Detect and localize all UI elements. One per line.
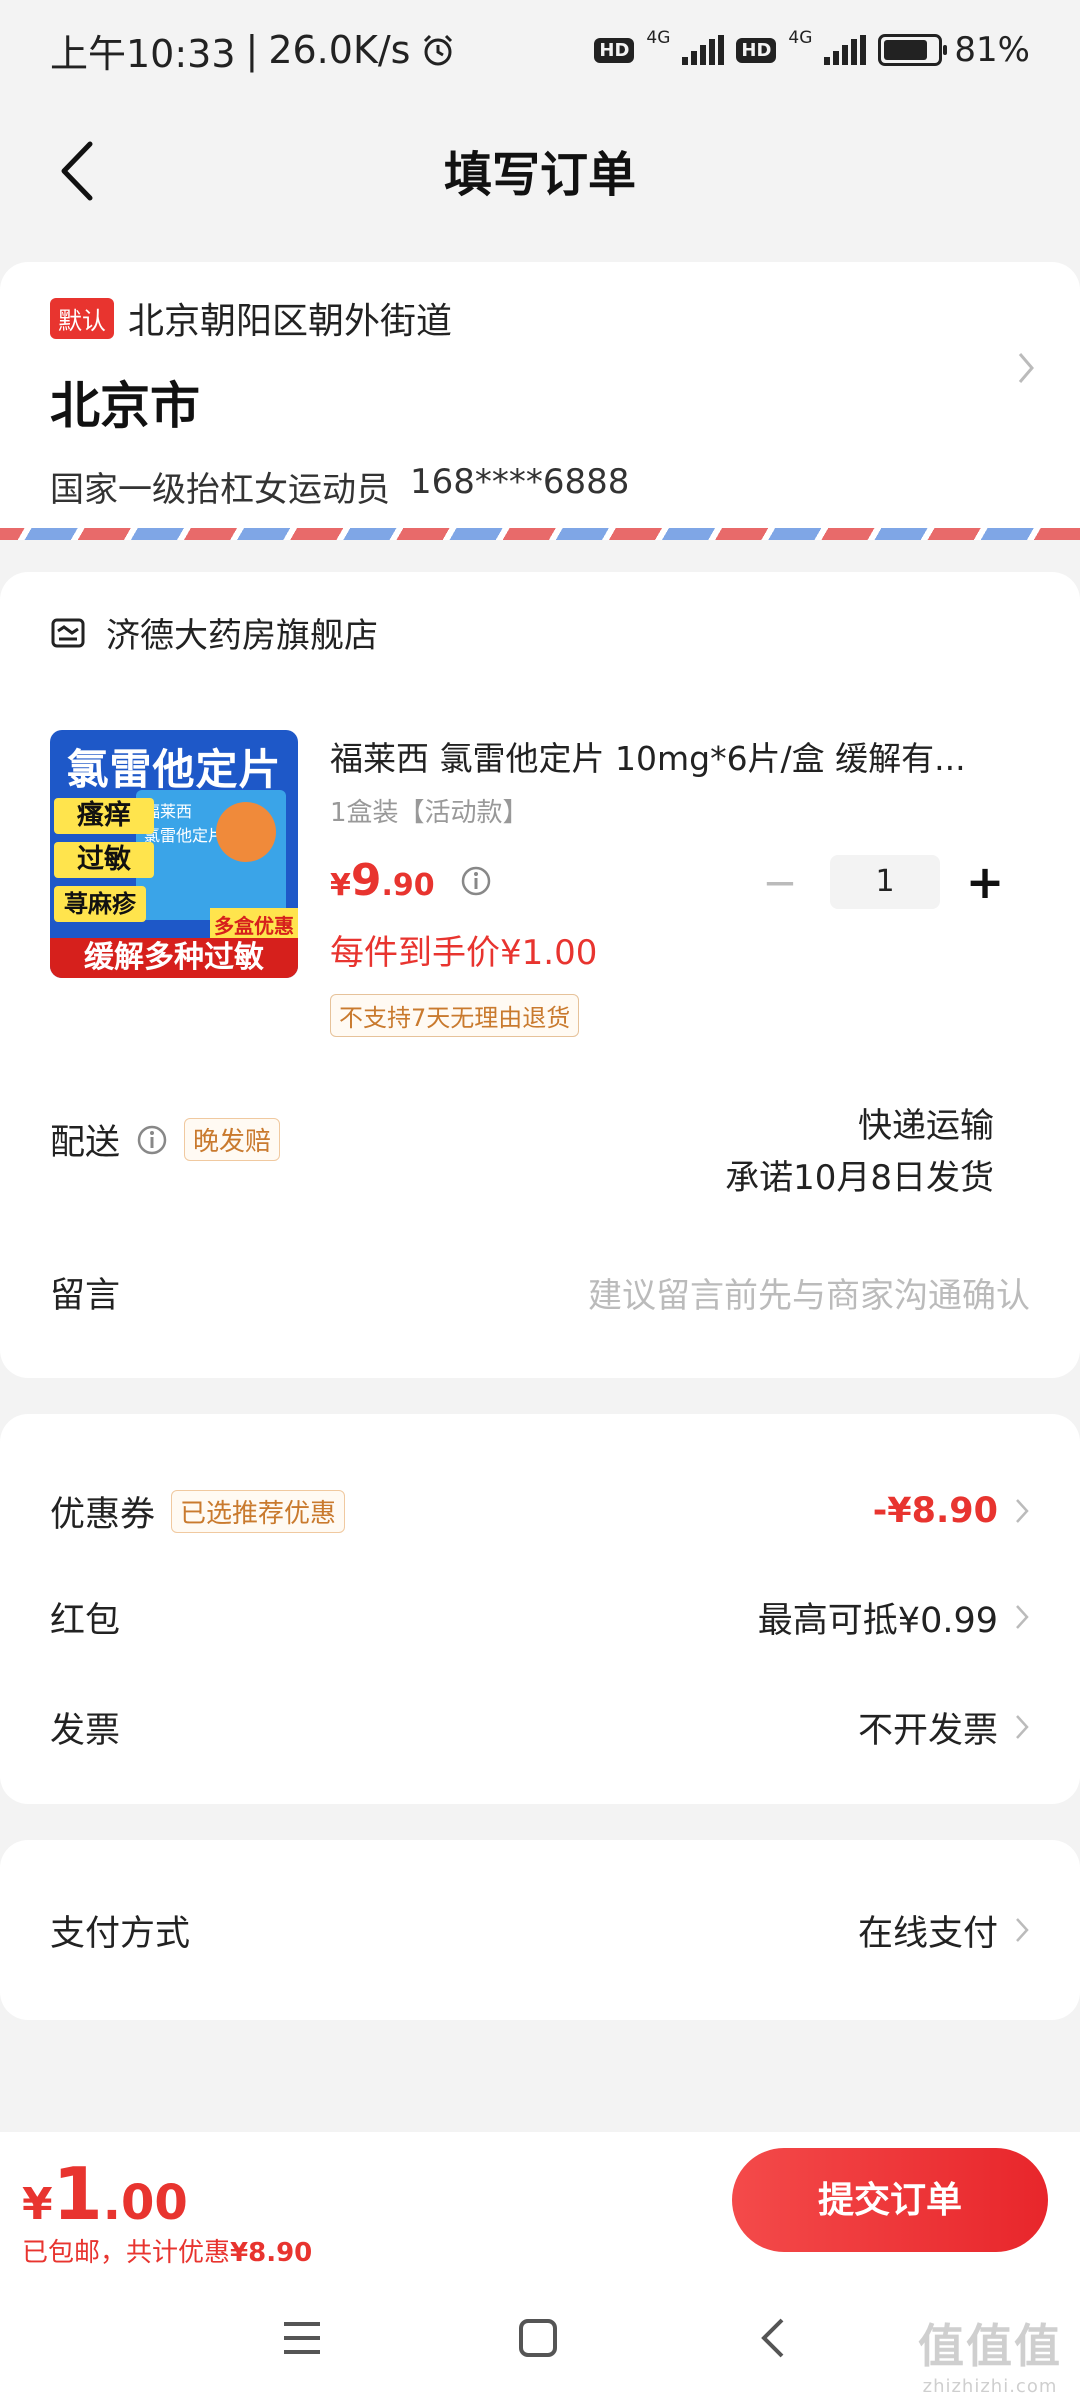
order-page: 上午10:33 | 26.0K/s HD 4G HD 4G 81% 填写订单 默… (0, 0, 1080, 2400)
alarm-icon (424, 34, 453, 66)
product-info: 福莱西 氯雷他定片 10mg*6片/盒 缓解有... 1盒装【活动款】 ¥9.9… (330, 732, 1030, 1037)
airmail-stripe (0, 528, 1080, 540)
image-chip-hives: 荨麻疹 (54, 886, 146, 922)
status-speed: 26.0K/s (268, 28, 411, 72)
back-nav-icon[interactable] (752, 2316, 796, 2360)
network-type-2: 4G (788, 28, 813, 48)
product-price: ¥9.90 (330, 855, 440, 906)
product-image[interactable]: 氯雷他定片 福莱西 氯雷他定片 瘙痒 过敏 荨麻疹 多盒优惠 缓解多种过敏 (50, 730, 298, 978)
return-policy-tag: 不支持7天无理由退货 (330, 994, 580, 1037)
total-decimal: .00 (102, 2175, 188, 2231)
recipient-name: 国家一级抬杠女运动员 (50, 470, 390, 510)
delivery-row[interactable]: 配送 晚发赔 快递运输 承诺10月8日发货 (50, 1100, 1030, 1230)
chevron-right-icon (1016, 1499, 1029, 1523)
chevron-right-icon (1016, 1715, 1029, 1739)
unit-final-price: 每件到手价¥1.00 (330, 933, 598, 973)
total-price: ¥1.00 (22, 2152, 188, 2236)
system-nav-bar: 值值值 zhizhizhi.com (0, 2280, 1080, 2400)
payment-label: 支付方式 (50, 1913, 191, 1954)
delivery-method: 快递运输 (858, 1106, 994, 1146)
status-divider: | (245, 28, 259, 72)
watermark-main: 值值值 (918, 2319, 1062, 2373)
chevron-right-icon (1016, 1605, 1029, 1629)
delivery-promise: 承诺10月8日发货 (725, 1158, 994, 1198)
total-symbol: ¥ (22, 2179, 53, 2230)
quantity-stepper: − 1 + (750, 855, 1010, 909)
submit-order-button[interactable]: 提交订单 (732, 2148, 1048, 2252)
product-box-graphic: 福莱西 氯雷他定片 (136, 790, 286, 920)
hd-icon-2: HD (736, 37, 777, 63)
payment-method-row[interactable]: 支付方式 在线支付 (50, 1885, 1030, 1975)
total-integer: 1 (52, 2152, 103, 2236)
signal-icon-2 (824, 35, 867, 65)
box-emblem (216, 802, 276, 862)
increase-button[interactable]: + (960, 855, 1010, 909)
hd-icon: HD (594, 37, 635, 63)
battery-percent: 81% (954, 30, 1030, 70)
coupon-row[interactable]: 优惠券 已选推荐优惠 -¥8.90 (50, 1466, 1030, 1556)
coupon-value: -¥8.90 (872, 1491, 998, 1531)
image-bottom-banner: 缓解多种过敏 (50, 938, 298, 978)
product-image-title: 氯雷他定片 (66, 745, 282, 794)
invoice-value: 不开发票 (857, 1710, 998, 1751)
page-title: 填写订单 (443, 147, 636, 203)
product-spec: 1盒装【活动款】 (330, 798, 529, 828)
delivery-label: 配送 (50, 1123, 121, 1163)
message-label: 留言 (50, 1275, 121, 1316)
checkout-bar: ¥1.00 已包邮，共计优惠¥8.90 提交订单 (0, 2132, 1080, 2280)
price-symbol: ¥ (330, 868, 351, 903)
store-icon (51, 618, 85, 647)
address-detail: 北京朝阳区朝外街道 (128, 301, 453, 342)
product-name[interactable]: 福莱西 氯雷他定片 10mg*6片/盒 缓解有... (330, 732, 1010, 780)
signal-icon-1 (682, 35, 725, 65)
redpacket-value: 最高可抵¥0.99 (757, 1600, 998, 1641)
delivery-info-icon[interactable] (136, 1124, 168, 1156)
address-card[interactable]: 默认 北京朝阳区朝外街道 北京市 国家一级抬杠女运动员 168****6888 (0, 262, 1080, 540)
saved-amount: ¥8.90 (230, 2238, 313, 2268)
price-integer: 9 (350, 855, 382, 906)
image-chip-allergy: 过敏 (54, 842, 154, 878)
message-input[interactable]: 建议留言前先与商家沟通确认 (588, 1268, 1030, 1317)
status-bar: 上午10:33 | 26.0K/s HD 4G HD 4G 81% (0, 0, 1080, 100)
late-compensation-tag: 晚发赔 (184, 1118, 281, 1161)
price-info-icon[interactable] (460, 865, 492, 897)
total-savings: 已包邮，共计优惠¥8.90 (22, 2232, 312, 2269)
chevron-right-icon (1016, 1918, 1029, 1942)
store-header[interactable]: 济德大药房旗舰店 (50, 608, 378, 657)
chevron-right-icon (1018, 353, 1034, 383)
status-time: 上午10:33 (50, 31, 236, 76)
back-arrow-icon[interactable] (50, 136, 110, 206)
payment-value: 在线支付 (857, 1913, 998, 1954)
message-row[interactable]: 留言 建议留言前先与商家沟通确认 (50, 1262, 1030, 1322)
product-card: 济德大药房旗舰店 氯雷他定片 福莱西 氯雷他定片 瘙痒 过敏 荨麻疹 多盒优惠 … (0, 572, 1080, 1378)
default-address-tag: 默认 (50, 297, 114, 339)
recipient-phone: 168****6888 (410, 462, 630, 502)
menu-icon[interactable] (280, 2316, 324, 2360)
address-city: 北京市 (50, 377, 200, 435)
shipping-note: 已包邮，共计优惠 (22, 2238, 231, 2268)
redpacket-label: 红包 (50, 1600, 121, 1641)
redpacket-row[interactable]: 红包 最高可抵¥0.99 (50, 1572, 1030, 1662)
store-name: 济德大药房旗舰店 (106, 616, 378, 656)
discounts-card: 优惠券 已选推荐优惠 -¥8.90 红包 最高可抵¥0.99 发票 不开发票 (0, 1414, 1080, 1804)
payment-card: 支付方式 在线支付 (0, 1840, 1080, 2020)
battery-icon (878, 34, 948, 66)
watermark-sub: zhizhizhi.com (922, 2376, 1058, 2397)
page-header: 填写订单 (0, 100, 1080, 240)
quantity-input[interactable]: 1 (830, 855, 940, 909)
watermark: 值值值 zhizhizhi.com (918, 2310, 1062, 2397)
coupon-label: 优惠券 (50, 1494, 156, 1535)
price-decimal: .90 (381, 868, 435, 903)
home-icon[interactable] (516, 2316, 560, 2360)
image-corner-badge: 多盒优惠 (210, 908, 298, 941)
battery-level (884, 40, 927, 60)
image-chip-itch: 瘙痒 (54, 798, 154, 834)
invoice-row[interactable]: 发票 不开发票 (50, 1682, 1030, 1772)
decrease-button[interactable]: − (750, 858, 810, 907)
network-type-1: 4G (646, 28, 671, 48)
invoice-label: 发票 (50, 1710, 121, 1751)
coupon-tag: 已选推荐优惠 (171, 1489, 346, 1533)
box-name: 氯雷他定片 (144, 826, 225, 845)
